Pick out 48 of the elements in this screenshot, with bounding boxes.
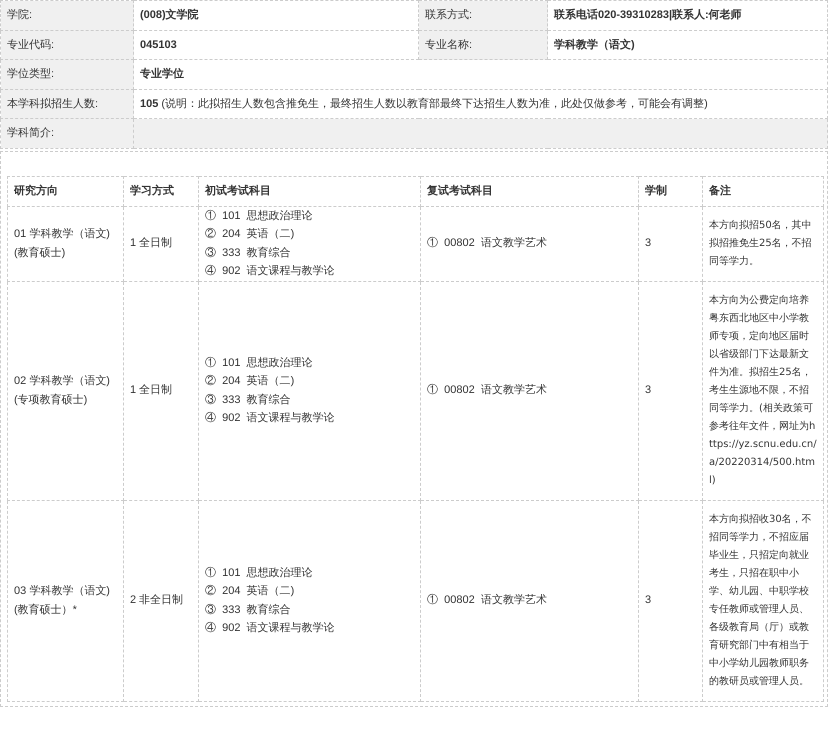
exam-subject: ① 101 思想政治理论: [205, 566, 314, 580]
table-cell: 本方向拟招收30名，不招同等学力，不招应届毕业生，只招定向就业考生，只招在职中小学、幼儿园、中职学校专任教师或管理人员、各级教育局（厅）或教育研究部门中有相当于中小学幼儿园教师职务的教研员或管理人员。: [702, 500, 824, 701]
field-label: 专业代码:: [0, 30, 134, 60]
field-label: 本学科拟招生人数:: [0, 89, 134, 118]
table-cell: 本方向拟招50名，其中拟招推免生25名，不招同等学力。: [702, 206, 824, 281]
exam-subject: ① 00802 语文教学艺术: [427, 592, 548, 608]
field-label: 学位类型:: [0, 60, 134, 89]
column-header: 研究方向: [8, 176, 124, 206]
field-value: 学科教学（语文): [548, 30, 828, 60]
exam-subject: ③ 333 教育综合: [205, 602, 292, 618]
table-cell: 3: [638, 500, 702, 701]
exam-subject: ③ 333 教育综合: [205, 392, 292, 408]
column-header: 初试考试科目: [198, 176, 420, 206]
exam-subject: ④ 902 语文课程与教学论: [205, 264, 336, 279]
table-cell: 2 非全日制: [124, 500, 198, 701]
field-label: 专业名称:: [418, 30, 548, 60]
exam-subject: ① 00802 语文教学艺术: [427, 236, 548, 252]
exam-subject: ① 00802 语文教学艺术: [427, 382, 548, 398]
exam-subject: ② 204 英语（二): [205, 226, 296, 242]
field-label: 联系方式:: [418, 0, 548, 30]
exam-subject: ③ 333 教育综合: [205, 246, 292, 260]
field-value: 联系电话020-39310283|联系人:何老师: [548, 0, 828, 30]
direction-text: (教育硕士）*: [14, 602, 78, 618]
exam-subject: ① 101 思想政治理论: [205, 208, 314, 224]
table-cell: 3: [638, 206, 702, 281]
direction-text: 01 学科教学（语文): [14, 226, 111, 242]
column-header: 学习方式: [124, 176, 198, 206]
table-cell: 1 全日制: [124, 206, 198, 281]
direction-text: (教育硕士): [14, 246, 66, 261]
exam-subject: ④ 902 语文课程与教学论: [205, 410, 336, 426]
direction-text: (专项教育硕士): [14, 392, 88, 408]
direction-text: 02 学科教学（语文): [14, 374, 111, 388]
exam-subject: ② 204 英语（二): [205, 374, 296, 389]
field-value: 专业学位: [134, 60, 828, 89]
field-value: 045103: [134, 30, 418, 60]
field-label: 学院:: [0, 0, 134, 30]
table-cell: 1 全日制: [124, 281, 198, 500]
table-cell: 本方向为公费定向培养粤东西北地区中小学教师专项，定向地区届时以省级部门下达最新文件为准。拟招生25名，考生生源地不限，不招同等学力。(相关政策可参考往年文件，网址为https://yz.scnu.edu.cn/a/20220314/500.html): [702, 281, 824, 500]
field-label: 学科简介:: [0, 118, 134, 148]
column-header: 备注: [702, 176, 824, 206]
field-value: (008)文学院: [134, 0, 418, 30]
exam-subject: ④ 902 语文课程与教学论: [205, 620, 336, 636]
column-header: 复试考试科目: [420, 176, 638, 206]
direction-text: 03 学科教学（语文): [14, 584, 111, 598]
exam-subject: ① 101 思想政治理论: [205, 356, 314, 370]
table-cell: 3: [638, 281, 702, 500]
column-header: 学制: [638, 176, 702, 206]
exam-subject: ② 204 英语（二): [205, 584, 296, 599]
